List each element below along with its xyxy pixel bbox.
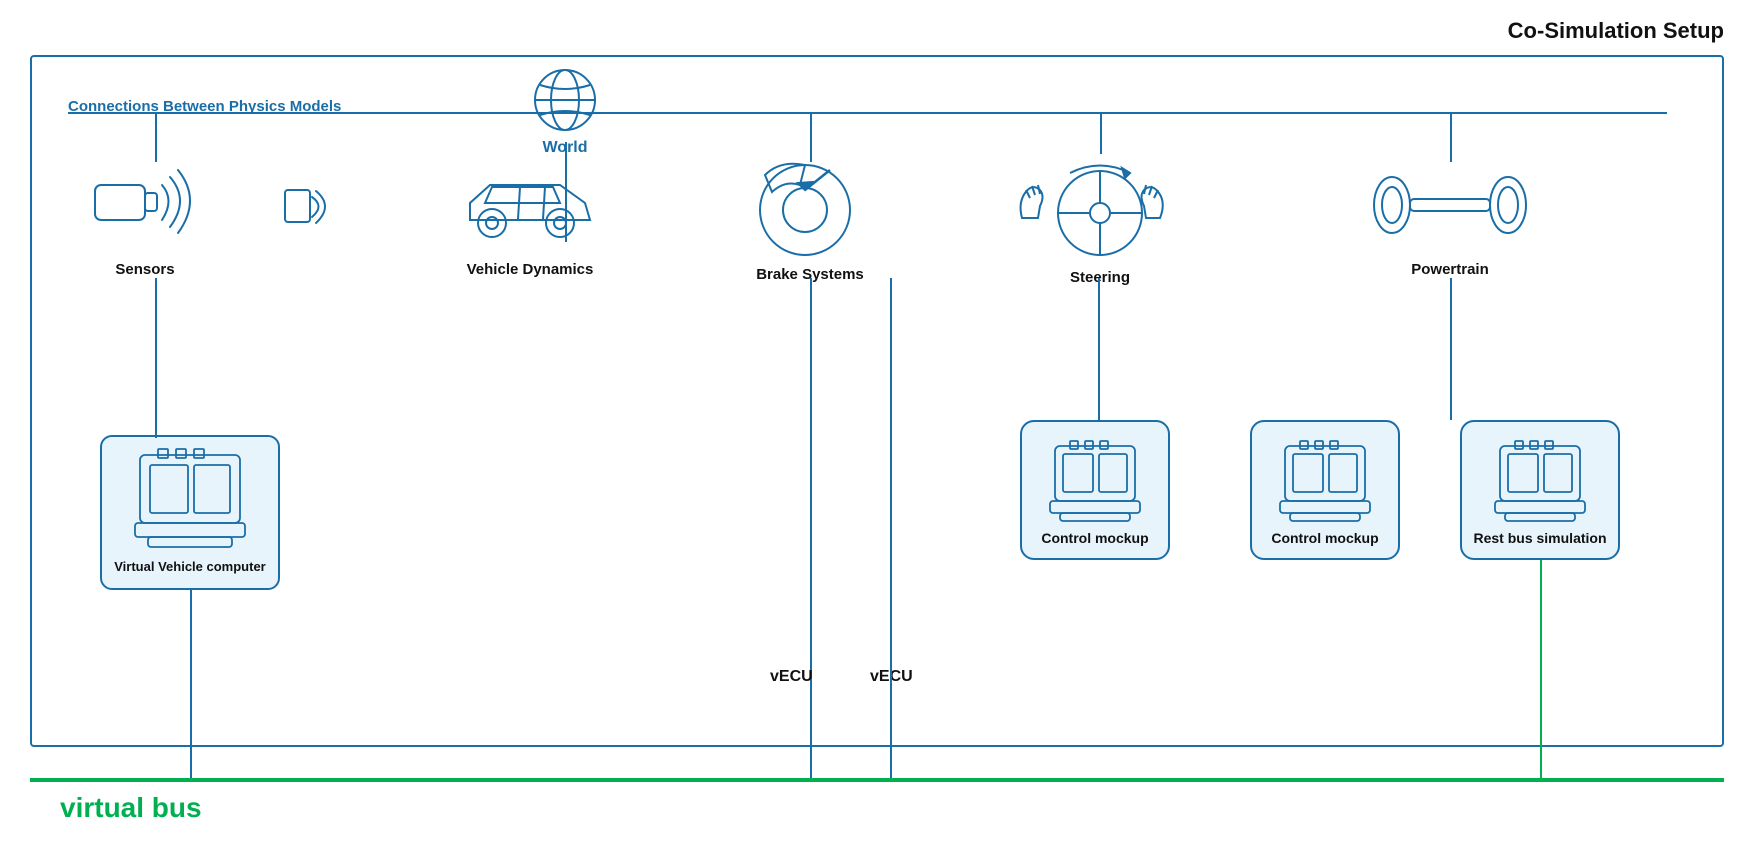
radar-icon <box>270 155 340 255</box>
rest-bus-label: Rest bus simulation <box>1473 530 1606 546</box>
steering-icon <box>1010 148 1190 263</box>
steering-vline-top <box>1100 112 1102 154</box>
vehicle-dynamics-label: Vehicle Dynamics <box>467 261 594 278</box>
brake-systems-component: Brake Systems <box>750 150 870 283</box>
powertrain-label: Powertrain <box>1411 261 1489 278</box>
vecu-label-1: vECU <box>770 668 813 686</box>
sensors-component: Sensors <box>90 155 200 278</box>
sensors-to-vvc-hline <box>155 435 190 437</box>
virtual-vehicle-computer: Virtual Vehicle computer <box>100 435 280 590</box>
restbus-to-vbus-vline <box>1540 560 1542 780</box>
powertrain-component: Powertrain <box>1370 155 1530 278</box>
page-title: Co-Simulation Setup <box>1508 18 1724 44</box>
vehicle-dynamics-component: Vehicle Dynamics <box>450 155 610 278</box>
control-mockup-2-label: Control mockup <box>1271 530 1378 546</box>
vvc-icon <box>130 445 250 555</box>
ecu-icon-3 <box>1490 436 1590 526</box>
sensors-vline <box>155 112 157 162</box>
ecu-icon-2 <box>1275 436 1375 526</box>
control-mockup-2: Control mockup <box>1250 420 1400 560</box>
powertrain-icon <box>1370 155 1530 255</box>
brake-down-vline <box>810 278 812 778</box>
brake-vecu2-vline <box>890 278 892 778</box>
vvc-label: Virtual Vehicle computer <box>114 559 265 574</box>
vvc-down-vline <box>190 590 192 780</box>
brake-systems-icon <box>750 150 870 260</box>
radar-component <box>270 155 340 255</box>
sensors-down-vline <box>155 278 157 438</box>
virtual-bus-line <box>30 778 1724 782</box>
sensors-icon <box>90 155 200 255</box>
steering-component: Steering <box>1010 148 1190 286</box>
vehicle-dynamics-icon <box>450 155 610 255</box>
powertrain-vline-top <box>1450 112 1452 162</box>
ecu-icon-1 <box>1045 436 1145 526</box>
control-mockup-1: Control mockup <box>1020 420 1170 560</box>
rest-bus-simulation: Rest bus simulation <box>1460 420 1620 560</box>
control-mockup-1-label: Control mockup <box>1041 530 1148 546</box>
virtual-bus-label: virtual bus <box>60 792 202 824</box>
world-icon <box>530 65 600 135</box>
steering-to-ecu-vline <box>1098 278 1100 420</box>
sensors-label: Sensors <box>115 261 174 278</box>
brake-vline-top <box>810 112 812 162</box>
powertrain-to-ecu-vline <box>1450 278 1452 420</box>
top-hline-left <box>155 112 567 114</box>
top-hline-right <box>567 112 1667 114</box>
